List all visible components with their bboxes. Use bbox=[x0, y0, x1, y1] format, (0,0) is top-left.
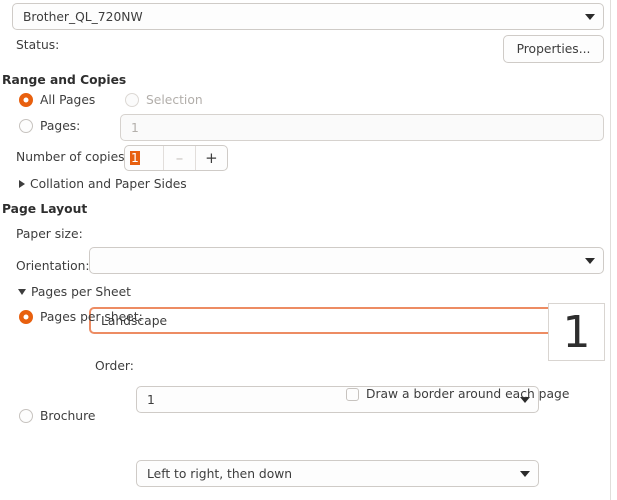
radio-selection-indicator bbox=[125, 93, 139, 107]
chevron-right-icon bbox=[19, 180, 25, 188]
radio-pages[interactable]: Pages: bbox=[19, 119, 80, 133]
radio-pages-per-sheet-indicator bbox=[19, 310, 33, 324]
print-dialog-page-setup: Brother_QL_720NW Status: Properties... R… bbox=[0, 0, 617, 500]
chevron-down-icon bbox=[585, 257, 595, 264]
draw-border-checkbox-indicator bbox=[346, 387, 359, 401]
status-label: Status: bbox=[16, 38, 60, 52]
orientation-row: Orientation: bbox=[16, 259, 90, 273]
printer-select-value: Brother_QL_720NW bbox=[23, 9, 143, 24]
radio-selection-label: Selection bbox=[146, 93, 203, 107]
copies-value: 1 bbox=[130, 151, 140, 165]
copies-decrement-button[interactable]: – bbox=[164, 146, 195, 170]
order-select[interactable]: Left to right, then down bbox=[136, 460, 539, 487]
properties-button-label: Properties... bbox=[516, 42, 591, 56]
radio-all-pages[interactable]: All Pages bbox=[19, 93, 95, 107]
radio-selection[interactable]: Selection bbox=[125, 93, 203, 107]
order-label: Order: bbox=[95, 359, 134, 373]
order-value: Left to right, then down bbox=[147, 466, 293, 481]
draw-border-checkbox[interactable]: Draw a border around each page bbox=[346, 387, 569, 401]
pages-per-sheet-expander-label: Pages per Sheet bbox=[31, 285, 131, 299]
range-and-copies-heading: Range and Copies bbox=[2, 73, 127, 87]
collation-and-paper-sides-expander[interactable]: Collation and Paper Sides bbox=[19, 177, 187, 191]
order-row: Order: bbox=[95, 359, 134, 373]
radio-pages-indicator bbox=[19, 119, 33, 133]
copies-label: Number of copies: bbox=[16, 150, 129, 164]
pages-per-sheet-expander[interactable]: Pages per Sheet bbox=[18, 285, 131, 299]
radio-all-pages-indicator bbox=[19, 93, 33, 107]
radio-all-pages-label: All Pages bbox=[40, 93, 96, 107]
pane-divider bbox=[610, 0, 611, 500]
copies-row: Number of copies: bbox=[16, 150, 129, 164]
status-row: Status: bbox=[16, 38, 67, 52]
pages-per-sheet-preview-value: 1 bbox=[562, 306, 591, 358]
paper-size-row: Paper size: bbox=[16, 227, 83, 241]
orientation-select[interactable]: Landscape bbox=[89, 307, 604, 334]
radio-brochure[interactable]: Brochure bbox=[19, 409, 95, 423]
chevron-down-icon bbox=[585, 13, 595, 20]
orientation-label: Orientation: bbox=[16, 259, 90, 273]
page-layout-heading: Page Layout bbox=[2, 202, 88, 216]
radio-pages-label: Pages: bbox=[40, 119, 81, 133]
collation-and-paper-sides-label: Collation and Paper Sides bbox=[30, 177, 187, 191]
paper-size-select[interactable] bbox=[89, 247, 604, 274]
paper-size-label: Paper size: bbox=[16, 227, 83, 241]
radio-brochure-indicator bbox=[19, 409, 33, 423]
pages-range-placeholder: 1 bbox=[131, 120, 139, 135]
chevron-down-icon bbox=[18, 289, 26, 295]
copies-increment-button[interactable]: + bbox=[196, 146, 227, 170]
chevron-down-icon bbox=[520, 470, 530, 477]
pages-range-input[interactable]: 1 bbox=[120, 114, 604, 141]
properties-button[interactable]: Properties... bbox=[503, 35, 604, 63]
printer-select[interactable]: Brother_QL_720NW bbox=[12, 3, 604, 30]
pages-per-sheet-preview: 1 bbox=[548, 303, 605, 361]
radio-pages-per-sheet-label: Pages per sheet: bbox=[40, 310, 143, 324]
orientation-value: Landscape bbox=[101, 313, 168, 328]
radio-brochure-label: Brochure bbox=[40, 409, 96, 423]
copies-value-field[interactable]: 1 bbox=[125, 146, 163, 170]
radio-pages-per-sheet[interactable]: Pages per sheet: bbox=[19, 310, 143, 324]
draw-border-checkbox-label: Draw a border around each page bbox=[366, 387, 570, 401]
copies-stepper[interactable]: 1 – + bbox=[124, 145, 228, 171]
